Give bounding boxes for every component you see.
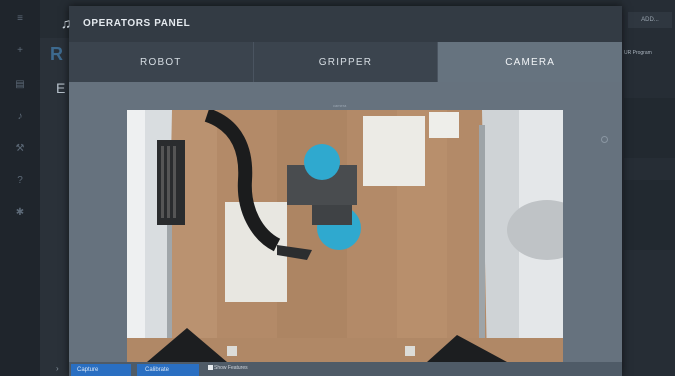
background-right-button[interactable]: ADD... bbox=[628, 12, 672, 28]
expand-arrow-icon[interactable]: › bbox=[56, 364, 59, 373]
camera-caption: camera bbox=[333, 103, 347, 108]
camera-panel: camera Capture Calibrate Show Features bbox=[69, 82, 622, 376]
gear-icon[interactable]: ✱ bbox=[13, 206, 27, 220]
music-note-icon: ♫ bbox=[60, 15, 72, 31]
tab-camera[interactable]: CAMERA bbox=[438, 42, 623, 82]
background-right-block bbox=[624, 98, 675, 158]
modal-header: ♫ OPERATORS PANEL bbox=[61, 6, 622, 42]
left-rail: ≡ + ▤ ♪ ⚒ ? ✱ bbox=[0, 0, 40, 376]
menu-icon[interactable]: ≡ bbox=[13, 12, 27, 26]
tab-bar: ROBOT GRIPPER CAMERA bbox=[69, 42, 623, 82]
tab-gripper[interactable]: GRIPPER bbox=[253, 42, 439, 82]
tools-icon[interactable]: ? bbox=[13, 174, 27, 188]
background-subheading: E bbox=[56, 80, 66, 96]
add-icon[interactable]: + bbox=[13, 44, 27, 58]
show-features-label: Show Features bbox=[214, 365, 248, 371]
capture-button[interactable]: Capture bbox=[71, 364, 131, 376]
calibrate-button[interactable]: Calibrate bbox=[137, 364, 199, 376]
modal-title: OPERATORS PANEL bbox=[83, 18, 191, 29]
background-right-block bbox=[624, 180, 675, 250]
tab-robot[interactable]: ROBOT bbox=[69, 42, 254, 82]
camera-feed[interactable] bbox=[127, 110, 563, 362]
wrench-icon[interactable]: ⚒ bbox=[13, 142, 27, 156]
background-heading: R bbox=[50, 44, 63, 64]
background-right-label: UR Program bbox=[624, 50, 652, 56]
operators-panel-modal: ♫ OPERATORS PANEL ROBOT GRIPPER CAMERA c… bbox=[61, 6, 623, 376]
music-icon[interactable]: ♪ bbox=[13, 110, 27, 124]
camera-image bbox=[127, 110, 563, 362]
settings-dot-icon[interactable] bbox=[601, 136, 608, 143]
list-icon[interactable]: ▤ bbox=[13, 78, 27, 92]
show-features-checkbox[interactable] bbox=[208, 365, 213, 370]
